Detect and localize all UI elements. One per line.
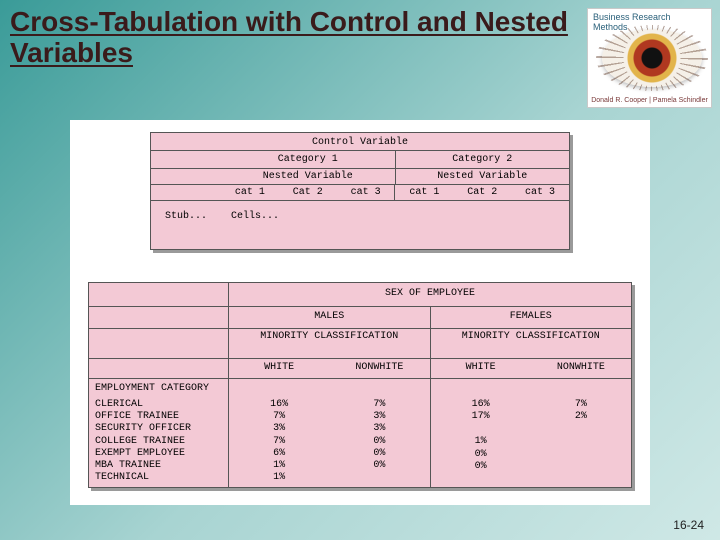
title-text: Cross-Tabulation with Control and Nested… [10, 6, 570, 69]
table-sub-nonwhite-m: NONWHITE [329, 359, 429, 378]
schematic-c3b: cat 3 [511, 185, 569, 200]
table-nested-1: MINORITY CLASSIFICATION [229, 329, 430, 358]
table-row-label: MBA TRAINEE [95, 460, 224, 472]
table-sub-white-m: WHITE [229, 359, 329, 378]
schematic-c3a: cat 3 [337, 185, 395, 200]
schematic-nested-2: Nested Variable [395, 169, 570, 184]
table-stub-header: EMPLOYMENT CATEGORY [95, 383, 224, 394]
table-group-males: MALES [229, 307, 430, 328]
table-row-label: TECHNICAL [95, 472, 224, 484]
table-stub-column: EMPLOYMENT CATEGORY CLERICAL OFFICE TRAI… [89, 379, 229, 487]
schematic-table: Control Variable Category 1 Category 2 N… [150, 132, 570, 250]
table-sub-nonwhite-f: NONWHITE [531, 359, 631, 378]
schematic-cells: Cells... [221, 201, 569, 232]
schematic-control-label: Control Variable [151, 133, 569, 151]
table-row-label: COLLEGE TRAINEE [95, 436, 224, 448]
table-nested-2: MINORITY CLASSIFICATION [430, 329, 632, 358]
table-row-label: OFFICE TRAINEE [95, 411, 224, 423]
page-number: 16-24 [673, 518, 704, 532]
table-col-nonwhite-f: 7% 2% [531, 379, 631, 487]
slide-title: Cross-Tabulation with Control and Nested… [10, 6, 570, 69]
table-sub-white-f: WHITE [430, 359, 531, 378]
content-panel: Control Variable Category 1 Category 2 N… [70, 120, 650, 505]
schematic-c2a: Cat 2 [279, 185, 337, 200]
table-col-nonwhite-m: 7% 3% 3% 0% 0% 0% [329, 379, 429, 487]
eye-icon [602, 29, 702, 87]
schematic-c1b: cat 1 [394, 185, 453, 200]
data-table: SEX OF EMPLOYEE MALES FEMALES MINORITY C… [88, 282, 632, 488]
table-group-females: FEMALES [430, 307, 632, 328]
schematic-c1a: cat 1 [221, 185, 279, 200]
schematic-stub: Stub... [151, 201, 221, 232]
table-row-label: EXEMPT EMPLOYEE [95, 448, 224, 460]
table-row-label: CLERICAL [95, 399, 224, 411]
table-col-white-m: 16% 7% 3% 7% 6% 1% 1% [229, 379, 329, 487]
book-logo: Business Research Methods Donald R. Coop… [587, 8, 712, 108]
schematic-c2b: Cat 2 [453, 185, 511, 200]
logo-authors: Donald R. Cooper | Pamela Schindler [588, 97, 711, 104]
table-col-white-f: 16% 17% 1% 0% 0% [430, 379, 531, 487]
table-row-label: SECURITY OFFICER [95, 423, 224, 435]
schematic-cat1: Category 1 [221, 151, 395, 168]
schematic-cat2: Category 2 [395, 151, 570, 168]
schematic-nested-1: Nested Variable [221, 169, 395, 184]
table-control-header: SEX OF EMPLOYEE [229, 283, 631, 306]
